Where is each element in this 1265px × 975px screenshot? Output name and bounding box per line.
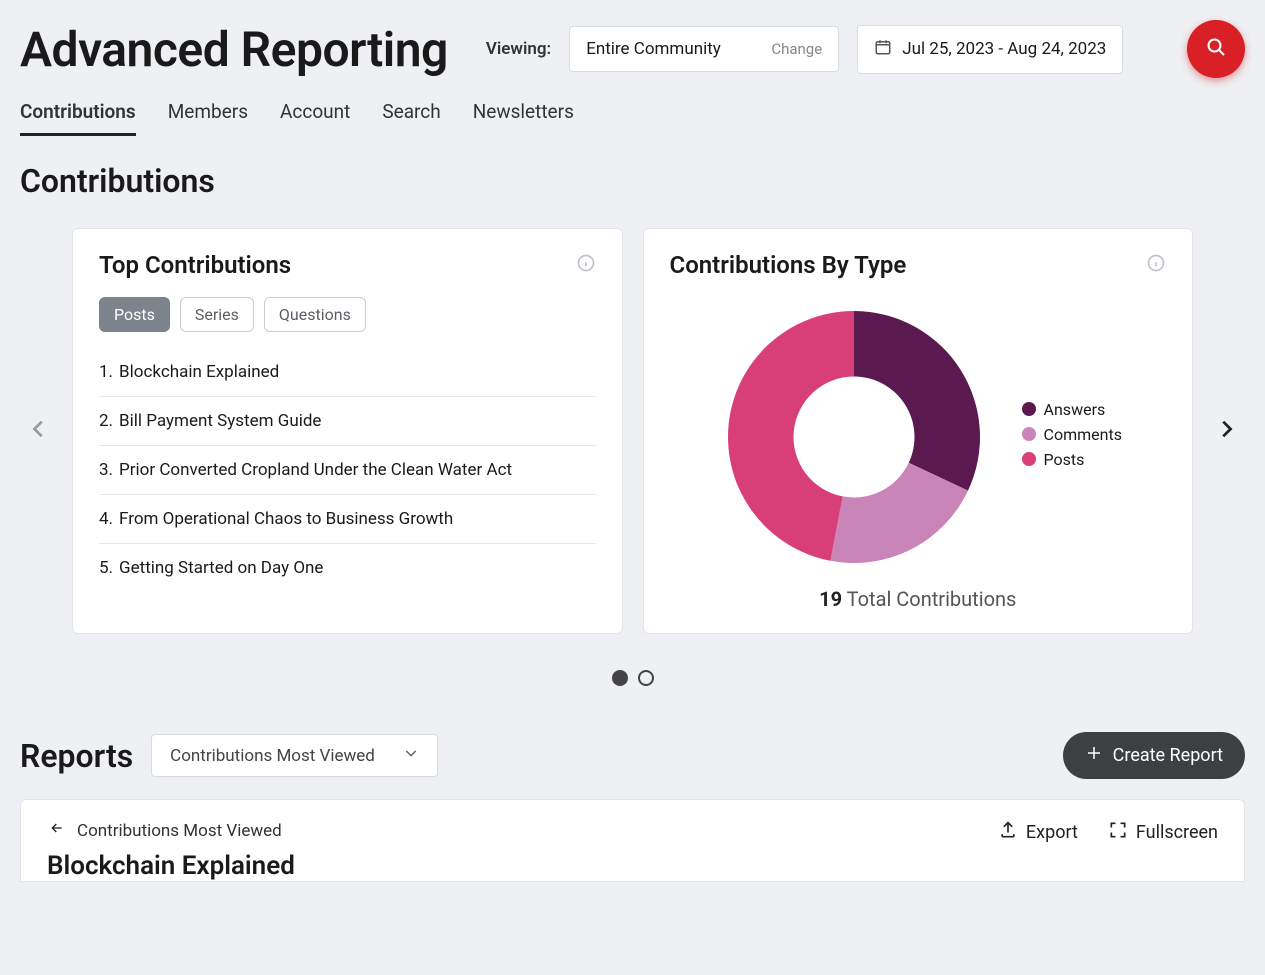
chevron-right-icon — [1215, 411, 1237, 451]
report-breadcrumb[interactable]: Contributions Most Viewed — [47, 820, 295, 841]
carousel-prev-button[interactable] — [20, 401, 58, 461]
total-contributions-line: 19 Total Contributions — [670, 587, 1167, 611]
page-title: Advanced Reporting — [20, 21, 448, 78]
card-title: Top Contributions — [99, 251, 291, 279]
info-icon[interactable] — [1146, 253, 1166, 277]
tab-newsletters[interactable]: Newsletters — [473, 100, 574, 136]
tab-search[interactable]: Search — [382, 100, 440, 136]
total-count: 19 — [819, 587, 842, 611]
search-icon — [1204, 35, 1228, 63]
date-range-selector[interactable]: Jul 25, 2023 - Aug 24, 2023 — [857, 25, 1123, 74]
scope-selector[interactable]: Entire Community Change — [569, 26, 839, 72]
legend-label: Posts — [1044, 450, 1085, 469]
legend-label: Comments — [1044, 425, 1122, 444]
list-item[interactable]: 4. From Operational Chaos to Business Gro… — [99, 495, 596, 544]
donut-slice-answers — [854, 311, 980, 491]
total-label: Total Contributions — [847, 587, 1017, 611]
filter-pill-series[interactable]: Series — [180, 297, 254, 332]
contributions-by-type-card: Contributions By Type Answers Comments Pos… — [643, 228, 1194, 634]
chevron-left-icon — [28, 411, 50, 451]
report-item-title: Blockchain Explained — [47, 851, 295, 881]
legend-item: Answers — [1022, 400, 1122, 419]
legend-label: Answers — [1044, 400, 1106, 419]
export-button[interactable]: Export — [998, 820, 1078, 845]
tab-contributions[interactable]: Contributions — [20, 100, 136, 136]
list-item[interactable]: 1. Blockchain Explained — [99, 348, 596, 397]
main-tabs: Contributions Members Account Search Newslet… — [20, 100, 1245, 136]
fullscreen-button[interactable]: Fullscreen — [1108, 820, 1218, 845]
item-index: 1. — [99, 362, 113, 382]
scope-value: Entire Community — [586, 39, 721, 59]
search-button[interactable] — [1187, 20, 1245, 78]
top-contributions-card: Top Contributions Posts Series Questions 1… — [72, 228, 623, 634]
card-title: Contributions By Type — [670, 251, 907, 279]
list-item[interactable]: 5. Getting Started on Day One — [99, 544, 596, 592]
item-index: 2. — [99, 411, 113, 431]
export-icon — [998, 820, 1018, 845]
scope-change-link[interactable]: Change — [771, 40, 822, 58]
filter-pill-posts[interactable]: Posts — [99, 297, 170, 332]
filter-pill-questions[interactable]: Questions — [264, 297, 366, 332]
pager-dot[interactable] — [638, 670, 654, 686]
create-report-button[interactable]: Create Report — [1063, 732, 1245, 779]
create-report-label: Create Report — [1113, 745, 1223, 766]
calendar-icon — [874, 38, 892, 61]
donut-slice-posts — [728, 311, 854, 561]
plus-icon — [1085, 744, 1103, 767]
arrow-left-icon — [47, 820, 67, 841]
legend-swatch — [1022, 402, 1036, 416]
list-item[interactable]: 2. Bill Payment System Guide — [99, 397, 596, 446]
fullscreen-icon — [1108, 820, 1128, 845]
item-title: Bill Payment System Guide — [119, 411, 321, 431]
tab-members[interactable]: Members — [168, 100, 248, 136]
date-range-text: Jul 25, 2023 - Aug 24, 2023 — [902, 39, 1106, 59]
item-title: Blockchain Explained — [119, 362, 279, 382]
chevron-down-icon — [403, 745, 419, 766]
item-title: Prior Converted Cropland Under the Clean… — [119, 460, 512, 480]
report-select[interactable]: Contributions Most Viewed — [151, 734, 438, 777]
reports-title: Reports — [20, 737, 133, 775]
donut-chart — [714, 297, 994, 577]
export-label: Export — [1026, 822, 1078, 843]
tab-account[interactable]: Account — [280, 100, 350, 136]
legend-swatch — [1022, 427, 1036, 441]
section-title: Contributions — [20, 162, 1245, 200]
report-panel: Contributions Most Viewed Blockchain Exp… — [20, 799, 1245, 882]
item-index: 3. — [99, 460, 113, 480]
report-select-value: Contributions Most Viewed — [170, 746, 375, 766]
item-index: 4. — [99, 509, 113, 529]
item-index: 5. — [99, 558, 113, 578]
carousel-pager — [20, 670, 1245, 686]
pager-dot[interactable] — [612, 670, 628, 686]
list-item[interactable]: 3. Prior Converted Cropland Under the Cle… — [99, 446, 596, 495]
legend-item: Posts — [1022, 450, 1122, 469]
carousel-next-button[interactable] — [1207, 401, 1245, 461]
item-title: Getting Started on Day One — [119, 558, 323, 578]
viewing-label: Viewing: — [486, 39, 551, 59]
fullscreen-label: Fullscreen — [1136, 822, 1218, 843]
legend-swatch — [1022, 452, 1036, 466]
legend-item: Comments — [1022, 425, 1122, 444]
item-title: From Operational Chaos to Business Growt… — [119, 509, 453, 529]
breadcrumb-label: Contributions Most Viewed — [77, 821, 282, 841]
info-icon[interactable] — [576, 253, 596, 277]
